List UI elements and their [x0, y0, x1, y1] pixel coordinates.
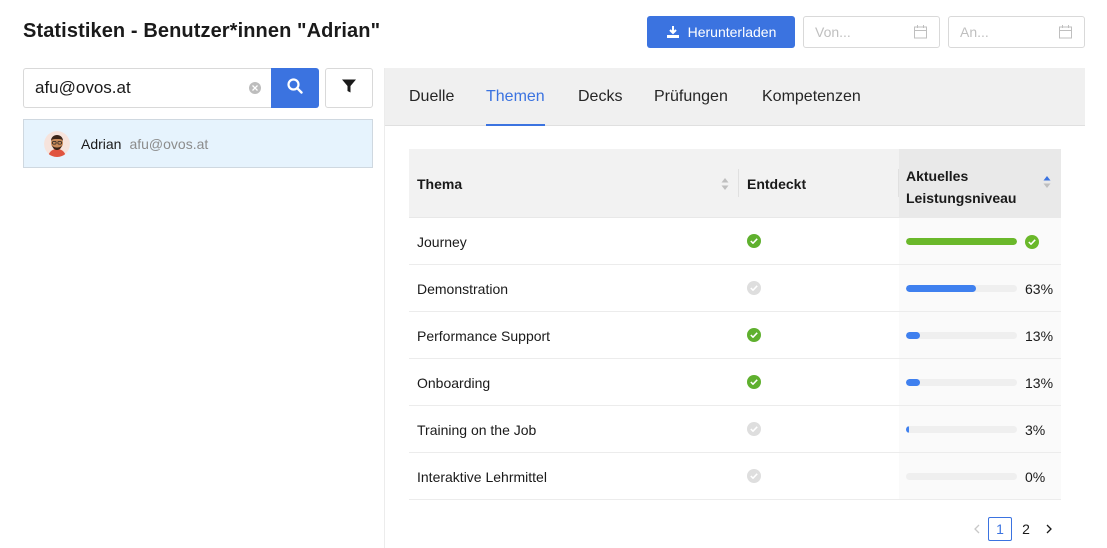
- avatar: [44, 130, 70, 157]
- progress-bar: [906, 238, 1017, 245]
- search-input[interactable]: afu@ovos.at: [23, 68, 271, 108]
- page-1-button[interactable]: 1: [988, 517, 1012, 541]
- topic-name: Performance Support: [417, 328, 551, 344]
- topic-name: Training on the Job: [417, 422, 537, 438]
- level-percent: 3%: [1025, 422, 1046, 438]
- sort-icon[interactable]: [721, 177, 729, 191]
- topic-name: Onboarding: [417, 375, 491, 391]
- progress-fill: [906, 426, 910, 433]
- table-row: Training on the Job 3%: [409, 406, 1061, 453]
- statistics-panel: Duelle Themen Decks Prüfungen Kompetenze…: [384, 68, 1085, 548]
- user-name: Adrian: [81, 135, 122, 152]
- column-header-level-line1: Aktuelles: [906, 168, 969, 184]
- tab-pruefungen[interactable]: Prüfungen: [654, 88, 728, 106]
- tab-decks[interactable]: Decks: [578, 88, 622, 106]
- filter-icon: [341, 78, 357, 99]
- filter-button[interactable]: [325, 68, 373, 108]
- clear-icon[interactable]: [249, 82, 261, 94]
- check-circle-inactive-icon: [747, 469, 761, 483]
- table-header: Thema Entdeckt Aktuelles Leistungsniveau: [409, 149, 1061, 218]
- table-row: Onboarding 13%: [409, 359, 1061, 406]
- check-circle-inactive-icon: [747, 281, 761, 295]
- search-icon: [287, 77, 303, 99]
- page-title: Statistiken - Benutzer*innen "Adrian": [23, 20, 381, 42]
- tab-bar: Duelle Themen Decks Prüfungen Kompetenze…: [385, 68, 1085, 126]
- level-percent: 63%: [1025, 281, 1054, 297]
- topic-name: Journey: [417, 234, 467, 250]
- check-circle-icon: [747, 375, 761, 389]
- progress-bar: [906, 379, 1017, 386]
- level-percent: 13%: [1025, 328, 1054, 344]
- check-circle-inactive-icon: [747, 422, 761, 436]
- progress-fill: [906, 285, 976, 292]
- column-header-discovered: Entdeckt: [747, 176, 807, 192]
- download-button[interactable]: Herunterladen: [647, 16, 795, 48]
- level-percent: 13%: [1025, 375, 1054, 391]
- prev-page-button[interactable]: [967, 517, 987, 541]
- topic-name: Interaktive Lehrmittel: [417, 469, 547, 485]
- sort-icon[interactable]: [1043, 175, 1051, 189]
- tab-themen[interactable]: Themen: [486, 88, 545, 126]
- download-label: Herunterladen: [687, 24, 777, 40]
- progress-bar: [906, 332, 1017, 339]
- progress-bar: [906, 285, 1017, 292]
- progress-fill: [906, 379, 921, 386]
- date-from-placeholder: Von...: [815, 24, 851, 40]
- page-2-button[interactable]: 2: [1014, 517, 1038, 541]
- chevron-right-icon: [1046, 524, 1052, 534]
- calendar-icon: [914, 25, 927, 42]
- progress-fill: [906, 238, 1017, 245]
- table-row: Performance Support 13%: [409, 312, 1061, 359]
- chevron-left-icon: [974, 524, 980, 534]
- search-value: afu@ovos.at: [35, 78, 131, 97]
- search-button[interactable]: [271, 68, 319, 108]
- user-email: afu@ovos.at: [129, 135, 209, 152]
- progress-bar: [906, 473, 1017, 480]
- pagination: 1 2: [967, 517, 1059, 541]
- next-page-button[interactable]: [1039, 517, 1059, 541]
- column-header-level-line2: Leistungsniveau: [906, 190, 1017, 206]
- date-from-input[interactable]: Von...: [803, 16, 940, 48]
- topic-name: Demonstration: [417, 281, 509, 297]
- download-icon: [666, 25, 680, 39]
- table-row: Interaktive Lehrmittel 0%: [409, 453, 1061, 500]
- table-row: Demonstration 63%: [409, 265, 1061, 312]
- calendar-icon: [1059, 25, 1072, 42]
- date-to-input[interactable]: An...: [948, 16, 1085, 48]
- level-percent: 0%: [1025, 469, 1046, 485]
- progress-bar: [906, 426, 1017, 433]
- check-circle-icon: [747, 234, 761, 248]
- table-body: Journey Demonstration 63% Performance Suppo…: [409, 218, 1061, 500]
- column-header-level[interactable]: Aktuelles Leistungsniveau: [906, 165, 1016, 209]
- check-circle-icon: [747, 328, 761, 342]
- tab-kompetenzen[interactable]: Kompetenzen: [762, 88, 861, 106]
- date-to-placeholder: An...: [960, 24, 989, 40]
- user-list-item[interactable]: Adrian afu@ovos.at: [23, 119, 373, 168]
- progress-fill: [906, 332, 921, 339]
- table-row: Journey: [409, 218, 1061, 265]
- tab-duelle[interactable]: Duelle: [409, 88, 454, 106]
- topics-table: Thema Entdeckt Aktuelles Leistungsniveau…: [409, 149, 1061, 500]
- column-header-topic[interactable]: Thema: [417, 176, 462, 192]
- complete-check-icon: [1025, 235, 1039, 249]
